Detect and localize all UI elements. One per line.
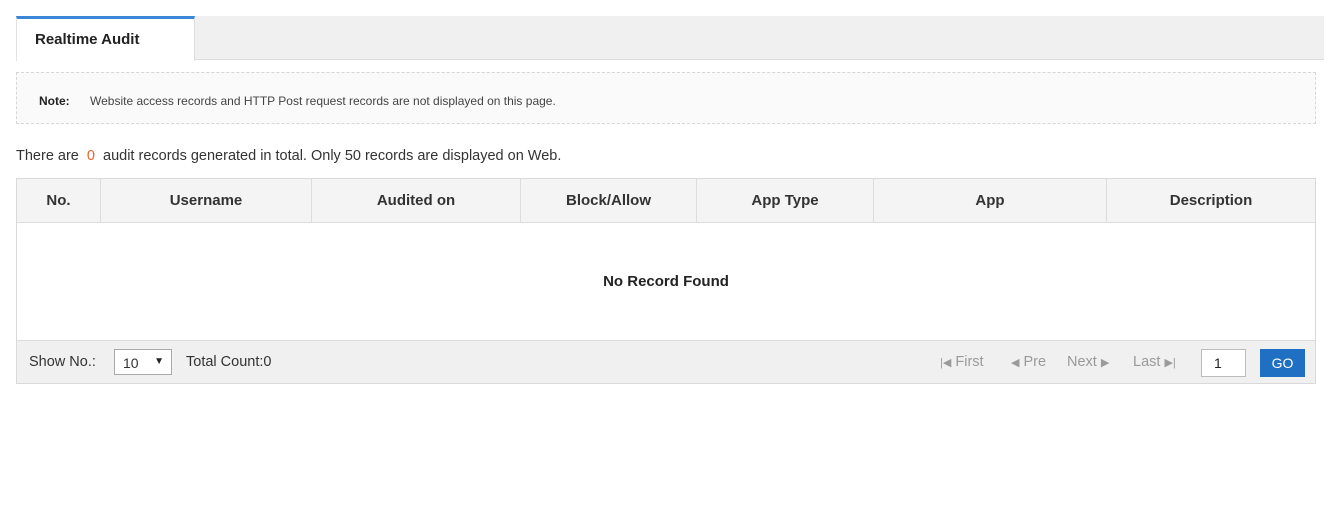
first-page-label: First [955, 354, 984, 370]
first-page-icon: |◀ [940, 357, 952, 369]
next-page-icon: ▶ [1100, 357, 1110, 369]
prev-page-label: Pre [1023, 354, 1047, 370]
note-text: Website access records and HTTP Post req… [90, 94, 556, 108]
column-header-app-type: App Type [697, 179, 874, 223]
summary-text: There are 0 audit records generated in t… [16, 148, 561, 164]
column-header-no: No. [17, 179, 101, 223]
show-no-label: Show No.: [29, 354, 96, 370]
empty-message: No Record Found [603, 273, 729, 290]
page-size-select[interactable]: 10 ▼ [114, 349, 172, 375]
note-label: Note: [39, 94, 70, 108]
tab-label: Realtime Audit [35, 31, 140, 48]
page-number-input[interactable] [1201, 349, 1246, 377]
total-count: Total Count:0 [186, 354, 272, 370]
page-size-value: 10 [123, 355, 139, 371]
next-page-label: Next [1067, 354, 1097, 370]
last-page-icon: ▶| [1164, 357, 1176, 369]
go-button[interactable]: GO [1260, 349, 1305, 377]
top-strip [0, 0, 1334, 7]
prev-page-icon: ◀ [1011, 357, 1020, 369]
first-page-link[interactable]: |◀ First [940, 354, 984, 370]
tab-realtime-audit[interactable]: Realtime Audit [16, 16, 195, 61]
record-count: 0 [86, 148, 95, 164]
column-header-block-allow: Block/Allow [521, 179, 697, 223]
column-header-audited-on: Audited on [312, 179, 521, 223]
column-header-description: Description [1169, 192, 1253, 209]
column-header-username: Username [101, 179, 312, 223]
tab-bar [16, 16, 1326, 60]
chevron-down-icon: ▼ [154, 356, 164, 367]
right-margin [1324, 0, 1334, 531]
note-box: Note: Website access records and HTTP Po… [16, 72, 1316, 124]
table-header: No. Username Audited on Block/Allow App … [17, 179, 1315, 223]
pagination-bar: Show No.: 10 ▼ Total Count:0 |◀ First ◀ … [17, 340, 1315, 383]
audit-table: No. Username Audited on Block/Allow App … [16, 178, 1316, 384]
summary-prefix: There are [16, 148, 79, 164]
summary-suffix: audit records generated in total. Only 5… [103, 148, 562, 164]
next-page-link[interactable]: Next ▶ [1067, 354, 1109, 370]
prev-page-link[interactable]: ◀ Pre [1011, 354, 1046, 370]
last-page-label: Last [1133, 354, 1161, 370]
last-page-link[interactable]: Last ▶| [1133, 354, 1176, 370]
column-header-app: App [874, 179, 1107, 223]
